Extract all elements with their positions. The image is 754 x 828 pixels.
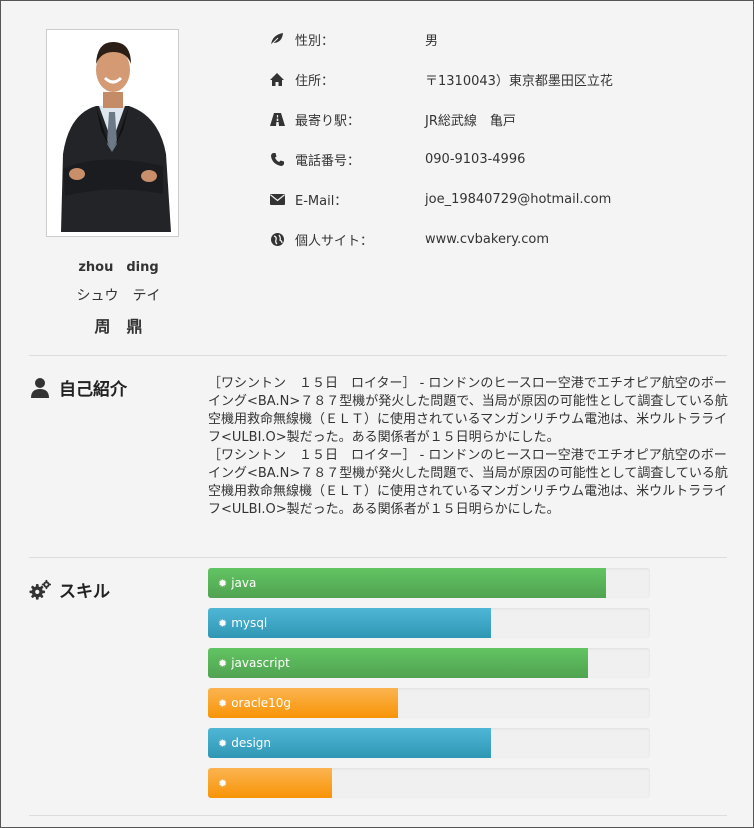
skill-fill: ✹ javascript [208,648,589,678]
info-row-website: 個人サイト： www.cvbakery.com [267,229,549,249]
profile-photo-image [51,34,174,232]
skill-name: mysql [231,616,268,630]
info-value: 〒1310043）東京都墨田区立花 [425,73,613,89]
info-row-phone: 電話番号： 090-9103-4996 [267,149,525,169]
name-kana: シュウ テイ [76,288,161,304]
info-label: 性別： [295,33,335,49]
skill-fill: ✹ design [208,728,491,758]
cog-icon: ✹ [218,776,228,790]
info-row-email: E-Mail： joe_19840729@hotmail.com [267,189,611,209]
skill-name: oracle10g [231,696,292,710]
cog-icon: ✹ [218,696,228,710]
intro-paragraph: ［ワシントン １５日 ロイター］ - ロンドンのヒースロー空港でエチオピア航空の… [208,448,728,517]
skill-fill: ✹ oracle10g [208,688,399,718]
skill-fill: ✹ mysql [208,608,491,638]
info-value: JR総武線 亀戸 [425,113,516,129]
intro-paragraph: ［ワシントン １５日 ロイター］ - ロンドンのヒースロー空港でエチオピア航空の… [208,376,728,445]
cog-icon: ✹ [218,736,228,750]
info-label: E-Mail： [295,193,348,209]
skill-name: design [231,736,272,750]
section-divider [29,815,727,816]
info-value: 男 [425,33,439,49]
skills-heading: スキル [29,577,110,602]
info-row-gender: 性別： 男 [267,29,438,49]
email-link[interactable]: joe_19840729@hotmail.com [425,192,611,207]
skill-bar: ✹ javascript [208,648,650,678]
info-label: 住所： [295,73,335,89]
skill-bar: ✹ java [208,568,650,598]
user-icon [29,377,51,398]
info-row-address: 住所： 〒1310043）東京都墨田区立花 [267,69,613,89]
info-row-station: 最寄り駅： JR総武線 亀戸 [267,109,516,129]
skill-bar: ✹ design [208,728,650,758]
skill-fill: ✹ java [208,568,606,598]
section-divider [29,557,727,558]
profile-photo [46,29,179,237]
cog-icon: ✹ [218,616,228,630]
skill-name: javascript [231,656,290,670]
name-kanji: 周 鼎 [94,317,143,336]
skill-bar: ✹ oracle10g [208,688,650,718]
intro-heading: 自己紹介 [29,375,127,400]
intro-text: ［ワシントン １５日 ロイター］ - ロンドンのヒースロー空港でエチオピア航空の… [208,375,728,519]
phone-icon [267,152,287,166]
skill-name: java [231,576,257,590]
skill-bar: ✹ [208,768,650,798]
road-icon [267,112,287,126]
info-value: 090-9103-4996 [425,151,526,167]
section-divider [29,355,727,356]
intro-title: 自己紹介 [59,380,127,400]
skills-title: スキル [59,582,110,602]
leaf-icon [267,32,287,46]
info-label: 個人サイト： [295,233,374,249]
skill-fill: ✹ [208,768,332,798]
info-label: 電話番号： [295,153,361,169]
resume-page: zhou ding シュウ テイ 周 鼎 性別： 男 住所： 〒1310043）… [0,0,754,828]
website-link[interactable]: www.cvbakery.com [425,232,549,247]
info-label: 最寄り駅： [295,113,361,129]
cog-icon: ✹ [218,656,228,670]
envelope-icon [267,193,287,205]
skill-bar: ✹ mysql [208,608,650,638]
name-latin: zhou ding [78,260,159,275]
home-icon [267,72,287,86]
globe-icon [267,232,287,246]
gears-icon [29,579,51,601]
cog-icon: ✹ [218,576,228,590]
